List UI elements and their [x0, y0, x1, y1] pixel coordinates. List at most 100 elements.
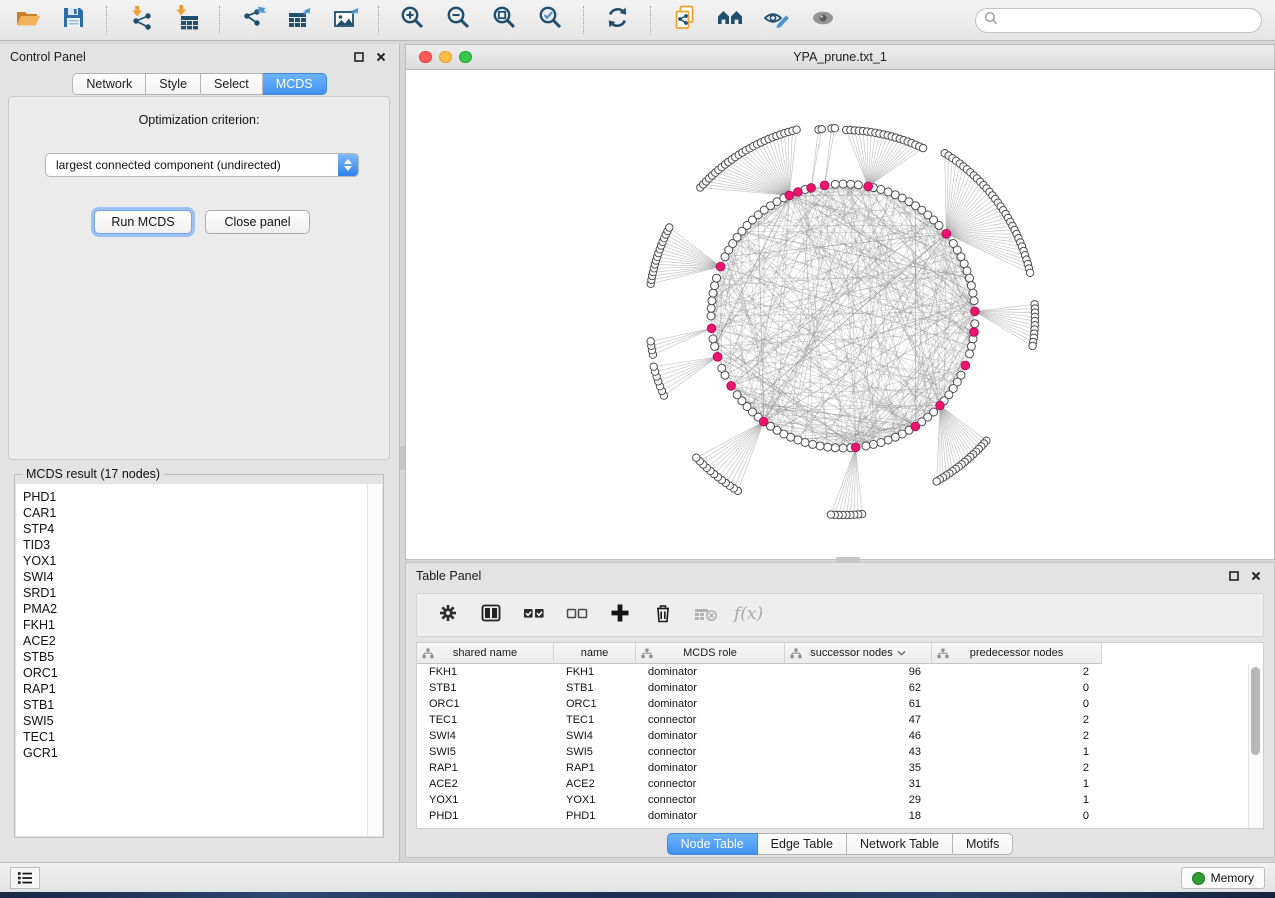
memory-label: Memory [1211, 871, 1254, 885]
hide-selected-button[interactable] [763, 7, 790, 34]
mcds-result-item[interactable]: SWI5 [23, 713, 368, 729]
tab-motifs[interactable]: Motifs [953, 833, 1013, 855]
search-input[interactable] [1003, 10, 1261, 31]
panel-splitter-vertical[interactable] [400, 446, 405, 470]
zoom-in-button[interactable] [399, 7, 426, 34]
table-panel-header: Table Panel [406, 563, 1274, 589]
network-file-button[interactable] [671, 7, 698, 34]
settings-gear-button[interactable] [437, 604, 459, 626]
tab-network[interactable]: Network [72, 73, 146, 95]
float-icon[interactable] [353, 51, 365, 63]
table-row[interactable]: TEC1TEC1connector472 [417, 712, 1263, 728]
optimization-criterion-dropdown[interactable]: largest connected component (undirected) [45, 153, 359, 177]
search-box[interactable] [975, 8, 1262, 33]
delete-columns-icon [652, 602, 674, 629]
mcds-result-item[interactable]: SRD1 [23, 585, 368, 601]
mcds-result-item[interactable]: ACE2 [23, 633, 368, 649]
deselect-all-button[interactable] [566, 604, 588, 626]
toggle-columns-button[interactable] [480, 604, 502, 626]
float-icon[interactable] [1228, 570, 1240, 582]
tab-select[interactable]: Select [201, 73, 263, 95]
table-row[interactable]: SWI4SWI4dominator462 [417, 728, 1263, 744]
cytoscape-window: Control Panel NetworkStyleSelectMCDS Opt… [0, 0, 1275, 898]
export-image-button[interactable] [332, 7, 359, 34]
zoom-fit-button[interactable] [491, 7, 518, 34]
table-row[interactable]: YOX1YOX1connector291 [417, 792, 1263, 808]
delete-columns-button[interactable] [652, 604, 674, 626]
zoom-in-icon [399, 4, 426, 36]
delete-table-icon [693, 602, 719, 629]
maximize-traffic-light-icon[interactable] [459, 51, 472, 64]
mcds-result-item[interactable]: CAR1 [23, 505, 368, 521]
import-network-button[interactable] [127, 7, 154, 34]
close-icon[interactable] [375, 51, 387, 63]
mcds-result-item[interactable]: ORC1 [23, 665, 368, 681]
close-traffic-light-icon[interactable] [419, 51, 432, 64]
column-header-shared-name[interactable]: shared name [417, 643, 554, 664]
column-header-predecessor-nodes[interactable]: predecessor nodes [932, 643, 1102, 664]
save-session-button[interactable] [60, 7, 87, 34]
mcds-result-item[interactable]: TEC1 [23, 729, 368, 745]
tab-node-table[interactable]: Node Table [667, 833, 758, 855]
table-row[interactable]: FKH1FKH1dominator962 [417, 664, 1263, 680]
add-column-button[interactable] [609, 604, 631, 626]
mcds-result-item[interactable]: RAP1 [23, 681, 368, 697]
mcds-result-item[interactable]: GCR1 [23, 745, 368, 761]
mcds-list-scrollbar[interactable] [367, 484, 382, 836]
mcds-result-item[interactable]: STP4 [23, 521, 368, 537]
mcds-result-item[interactable]: STB5 [23, 649, 368, 665]
cell-predecessor-nodes: 0 [932, 696, 1102, 712]
status-menu-button[interactable] [10, 867, 40, 889]
table-row[interactable]: ACE2ACE2connector311 [417, 776, 1263, 792]
table-row[interactable]: PHD1PHD1dominator180 [417, 808, 1263, 824]
table-row[interactable]: ORC1ORC1dominator610 [417, 696, 1263, 712]
panel-splitter-horizontal[interactable] [836, 557, 860, 562]
tab-network-table[interactable]: Network Table [847, 833, 953, 855]
table-scrollbar[interactable] [1248, 664, 1263, 828]
first-neighbors-button[interactable] [717, 7, 744, 34]
delete-table-button [695, 604, 717, 626]
close-panel-button[interactable]: Close panel [205, 210, 310, 234]
column-header-successor-nodes[interactable]: successor nodes [785, 643, 932, 664]
toolbar-separator [378, 6, 380, 34]
tab-edge-table[interactable]: Edge Table [758, 833, 847, 855]
mcds-tab-content: Optimization criterion: largest connecte… [8, 96, 390, 460]
import-table-button[interactable] [173, 7, 200, 34]
show-all-button[interactable] [809, 7, 836, 34]
zoom-out-button[interactable] [445, 7, 472, 34]
mcds-result-item[interactable]: SWI4 [23, 569, 368, 585]
column-header-name[interactable]: name [554, 643, 636, 664]
tab-mcds[interactable]: MCDS [263, 73, 327, 95]
network-window-titlebar[interactable]: YPA_prune.txt_1 [406, 45, 1274, 70]
mcds-result-item[interactable]: TID3 [23, 537, 368, 553]
mcds-result-item[interactable]: PMA2 [23, 601, 368, 617]
export-network-button[interactable] [240, 7, 267, 34]
refresh-button[interactable] [604, 7, 631, 34]
mcds-result-item[interactable]: YOX1 [23, 553, 368, 569]
mcds-result-item[interactable]: PHD1 [23, 489, 368, 505]
save-session-icon [60, 4, 87, 36]
memory-button[interactable]: Memory [1181, 867, 1265, 889]
mcds-result-item[interactable]: FKH1 [23, 617, 368, 633]
run-mcds-button[interactable]: Run MCDS [94, 210, 192, 234]
column-header-MCDS-role[interactable]: MCDS role [636, 643, 785, 664]
mcds-result-list[interactable]: PHD1CAR1STP4TID3YOX1SWI4SRD1PMA2FKH1ACE2… [16, 484, 368, 836]
attribute-type-icon [422, 648, 434, 659]
open-session-button[interactable] [14, 7, 41, 34]
zoom-selected-icon [537, 4, 564, 36]
cell-shared-name: STB1 [417, 680, 554, 696]
zoom-selected-button[interactable] [537, 7, 564, 34]
tab-style[interactable]: Style [146, 73, 201, 95]
toolbar-separator [650, 6, 652, 34]
network-graph-canvas[interactable] [406, 69, 1274, 559]
table-row[interactable]: STB1STB1dominator620 [417, 680, 1263, 696]
cell-MCDS-role: dominator [636, 808, 785, 824]
close-icon[interactable] [1250, 570, 1262, 582]
select-all-button[interactable] [523, 604, 545, 626]
scrollbar-thumb[interactable] [1251, 667, 1260, 755]
minimize-traffic-light-icon[interactable] [439, 51, 452, 64]
table-row[interactable]: RAP1RAP1dominator352 [417, 760, 1263, 776]
export-table-button[interactable] [286, 7, 313, 34]
mcds-result-item[interactable]: STB1 [23, 697, 368, 713]
table-row[interactable]: SWI5SWI5connector431 [417, 744, 1263, 760]
